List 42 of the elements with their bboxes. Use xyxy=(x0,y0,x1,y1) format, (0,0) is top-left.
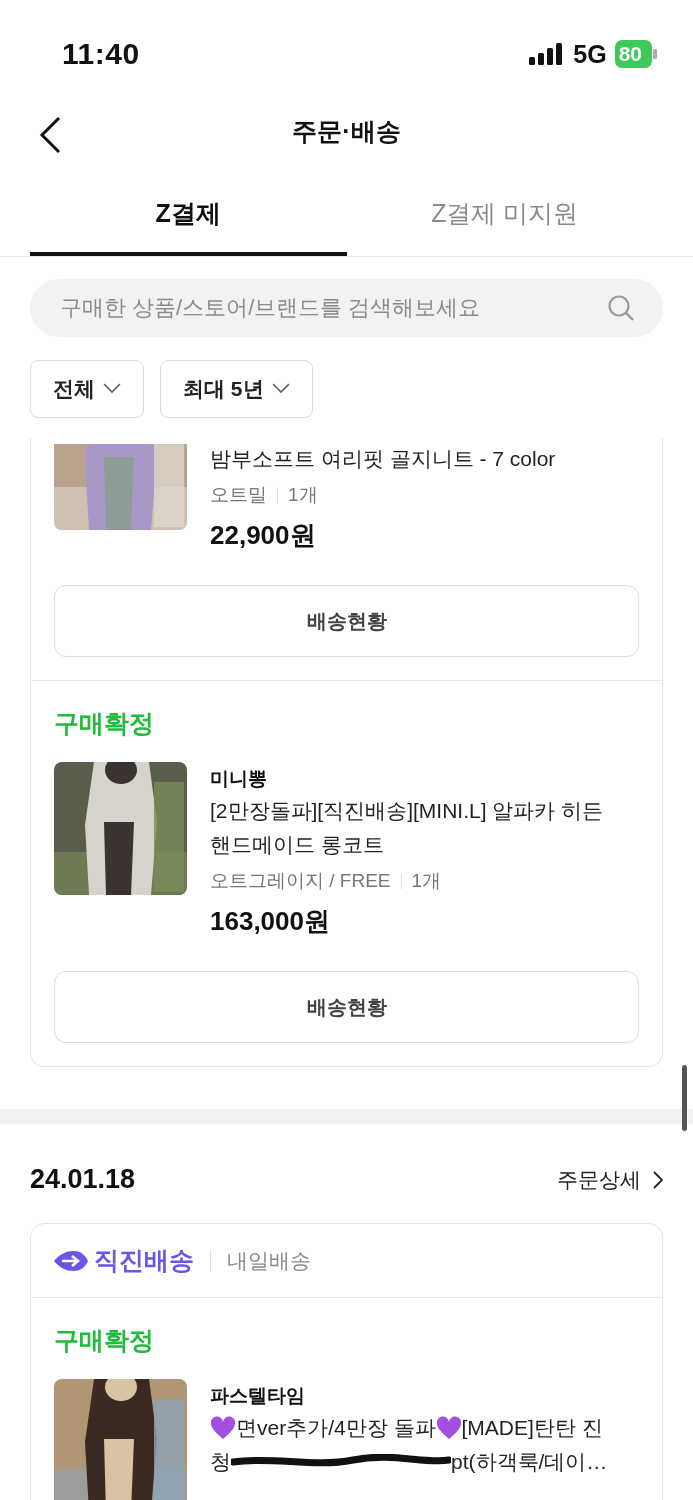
arrow-logo-icon xyxy=(54,1249,88,1272)
quantity: 1개 xyxy=(288,483,318,507)
delivery-brand: 직진배송 xyxy=(94,1245,194,1276)
product-title: 면ver추가/4만장 돌파 xyxy=(236,1415,436,1441)
filter-dropdown[interactable]: 최대 5년 xyxy=(160,360,313,418)
product-option: 오트밀 xyxy=(210,482,267,508)
chevron-down-icon xyxy=(271,383,290,395)
filter-dropdown[interactable]: 전체 xyxy=(30,360,144,418)
page-title: 주문·배송 xyxy=(292,115,401,147)
product-title: [2만장돌파][직진배송][MINI.L] 알파카 히든 xyxy=(210,798,604,824)
price: 22,900원 xyxy=(210,519,317,552)
price: 163,000원 xyxy=(210,905,331,938)
search-input[interactable]: 구매한 상품/스토어/브랜드를 검색해보세요 xyxy=(58,294,607,322)
order-status: 구매확정 xyxy=(54,708,155,739)
battery-level: 80 xyxy=(614,40,652,68)
heart-icon xyxy=(210,1416,236,1440)
delivery-status-button[interactable]: 배송현황 xyxy=(54,971,639,1043)
tab[interactable]: Z결제 xyxy=(30,174,347,256)
network-label: 5G xyxy=(573,39,607,69)
scrollbar[interactable] xyxy=(682,1065,687,1131)
clock: 11:40 xyxy=(62,37,140,71)
product-title: 밤부소프트 여리핏 골지니트 - 7 color xyxy=(210,446,556,472)
search-icon[interactable] xyxy=(607,294,635,322)
heart-icon xyxy=(435,1416,462,1440)
product-title: 청 xyxy=(210,1449,231,1475)
product-title: pt(하객룩/데이… xyxy=(451,1449,608,1475)
product-option: 오트그레이지 / FREE xyxy=(210,868,391,894)
product-title: [MADE]탄탄 진 xyxy=(461,1415,603,1441)
chevron-down-icon xyxy=(103,383,121,395)
order-date: 24.01.18 xyxy=(30,1164,136,1195)
product-title: 핸드메이드 롱코트 xyxy=(210,832,384,858)
order-detail-link[interactable]: 주문상세 xyxy=(557,1165,663,1194)
store-name: 파스텔타임 xyxy=(210,1384,306,1408)
delivery-note: 내일배송 xyxy=(227,1247,311,1274)
order-status: 구매확정 xyxy=(54,1325,155,1356)
chevron-right-icon xyxy=(653,1170,663,1189)
store-name: 미니뽕 xyxy=(210,767,268,791)
delivery-status-button[interactable]: 배송현황 xyxy=(54,585,639,657)
back-icon[interactable] xyxy=(38,116,62,154)
quantity: 1개 xyxy=(411,869,442,893)
battery-tip-icon xyxy=(653,49,657,59)
search-field[interactable]: 구매한 상품/스토어/브랜드를 검색해보세요 xyxy=(30,279,663,337)
